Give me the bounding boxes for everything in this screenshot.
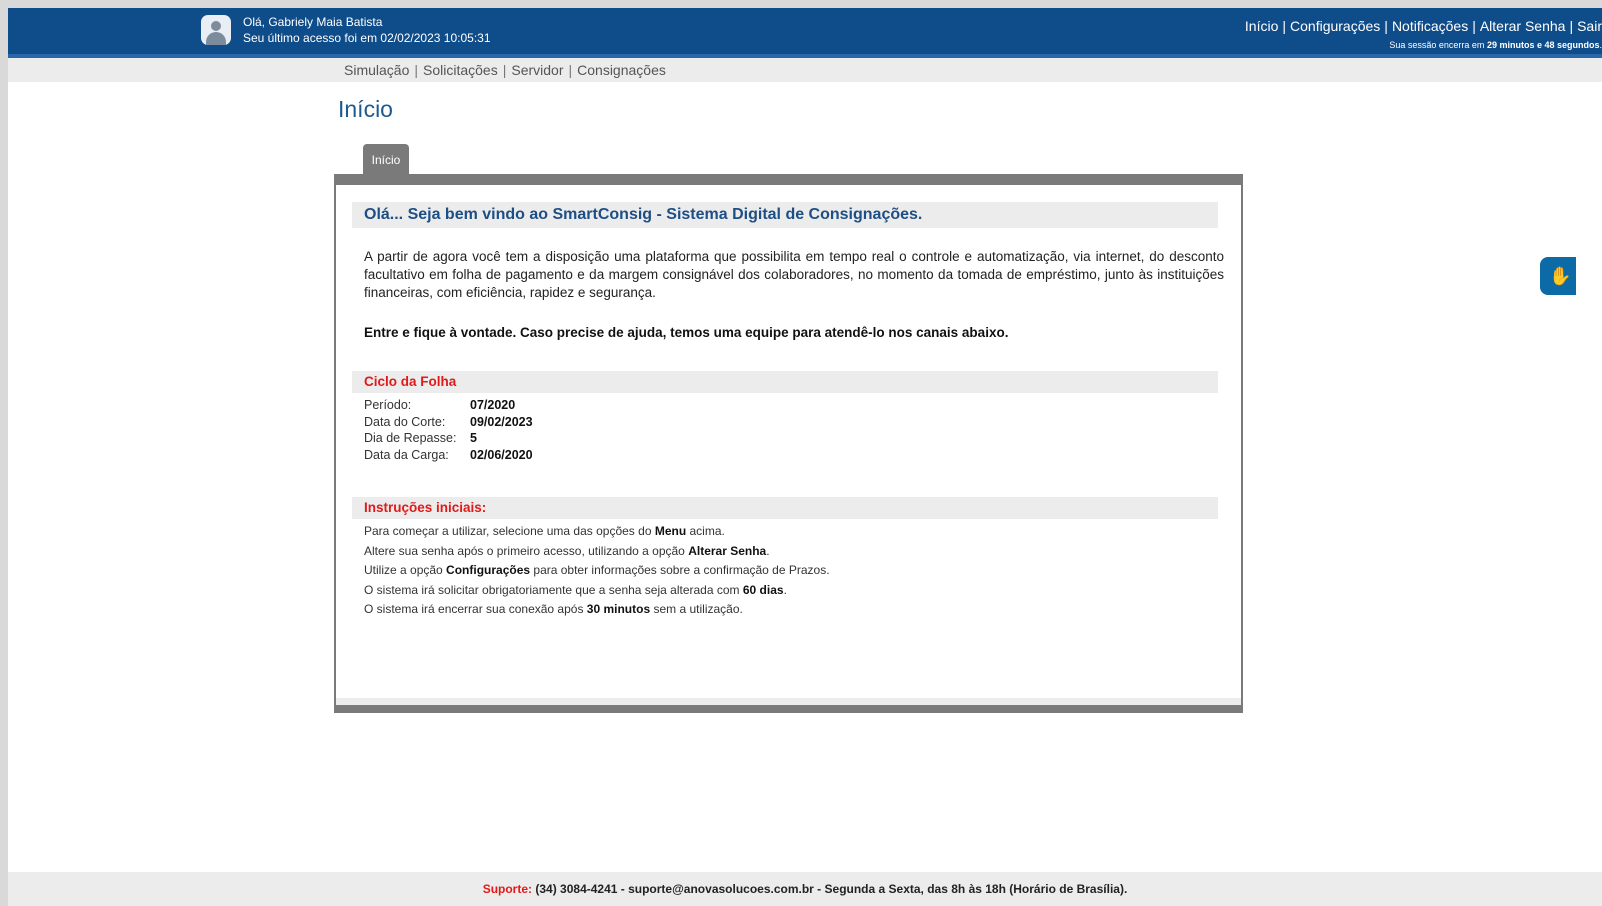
session-timer: Sua sessão encerra em 29 minutos e 48 se… [1389,40,1602,50]
instructions-list: Para começar a utilizar, selecione uma d… [364,522,830,620]
top-nav: Início | Configurações | Notificações | Altera… [1244,18,1602,34]
support-label: Suporte: [482,882,533,896]
instructions-title: Instruções iniciais: [364,500,487,515]
instruction-line: Altere sua senha após o primeiro acesso,… [364,543,770,558]
nav-configuracoes[interactable]: Configurações [1290,18,1380,34]
nav-sair[interactable]: Sair [1577,18,1602,34]
nav-inicio[interactable]: Início [1245,18,1278,34]
cycle-row-data-corte: Data do Corte: 09/02/2023 [364,414,533,429]
intro-paragraph: A partir de agora você tem a disposição … [364,249,1224,300]
menu-servidor[interactable]: Servidor [511,62,563,78]
instruction-line: Utilize a opção Configurações para obter… [364,563,830,577]
menu-simulacao[interactable]: Simulação [344,62,409,78]
vlibras-hands-icon: ✋ [1549,266,1572,286]
help-callout: Entre e fique à vontade. Caso precise de… [364,325,1009,340]
instruction-line: Para começar a utilizar, selecione uma d… [364,524,725,538]
menu-solicitacoes[interactable]: Solicitações [423,62,498,78]
cycle-row-periodo: Período: 07/2020 [364,398,516,412]
greeting-text: Olá, Gabriely Maia Batista [243,15,383,29]
page-title: Início [338,96,393,122]
tab-inicio[interactable]: Início [363,144,409,174]
instruction-line: O sistema irá solicitar obrigatoriamente… [364,582,787,597]
cycle-section-header: Ciclo da Folha [352,371,1218,393]
welcome-title: Olá... Seja bem vindo ao SmartConsig - S… [364,206,923,223]
support-footer: Suporte: (34) 3084-4241 - suporte@anovas… [8,872,1602,906]
nav-alterar-senha[interactable]: Alterar Senha [1480,18,1566,34]
instructions-section-header: Instruções iniciais: [352,497,1218,519]
cycle-row-dia-repasse: Dia de Repasse: 5 [364,431,477,445]
instruction-line: O sistema irá encerrar sua conexão após … [364,602,743,616]
last-access-text: Seu último acesso foi em 02/02/2023 10:0… [243,31,491,45]
page: Olá, Gabriely Maia Batista Seu último ac… [8,8,1602,906]
user-avatar-icon [201,15,231,45]
nav-notificacoes[interactable]: Notificações [1392,18,1468,34]
user-greeting: Olá, Gabriely Maia Batista Seu último ac… [243,14,491,46]
main-menu: Simulação | Solicitações | Servidor | Consigna… [8,58,1602,82]
cycle-title: Ciclo da Folha [364,374,457,389]
menu-consignacoes[interactable]: Consignações [577,62,666,78]
support-contact: (34) 3084-4241 - suporte@anovasolucoes.c… [535,882,1128,896]
session-remaining: 29 minutos e 48 segundos [1486,40,1600,50]
cycle-row-data-carga: Data da Carga: 02/06/2020 [364,447,533,462]
top-header: Olá, Gabriely Maia Batista Seu último ac… [8,8,1602,58]
content-panel: Olá... Seja bem vindo ao SmartConsig - S… [334,174,1243,713]
panel-footer-strip [336,698,1241,705]
welcome-header: Olá... Seja bem vindo ao SmartConsig - S… [352,202,1218,228]
cycle-details: Período: 07/2020 Data do Corte: 09/02/2023… [364,397,533,463]
accessibility-widget-button[interactable]: ✋ [1540,257,1576,295]
